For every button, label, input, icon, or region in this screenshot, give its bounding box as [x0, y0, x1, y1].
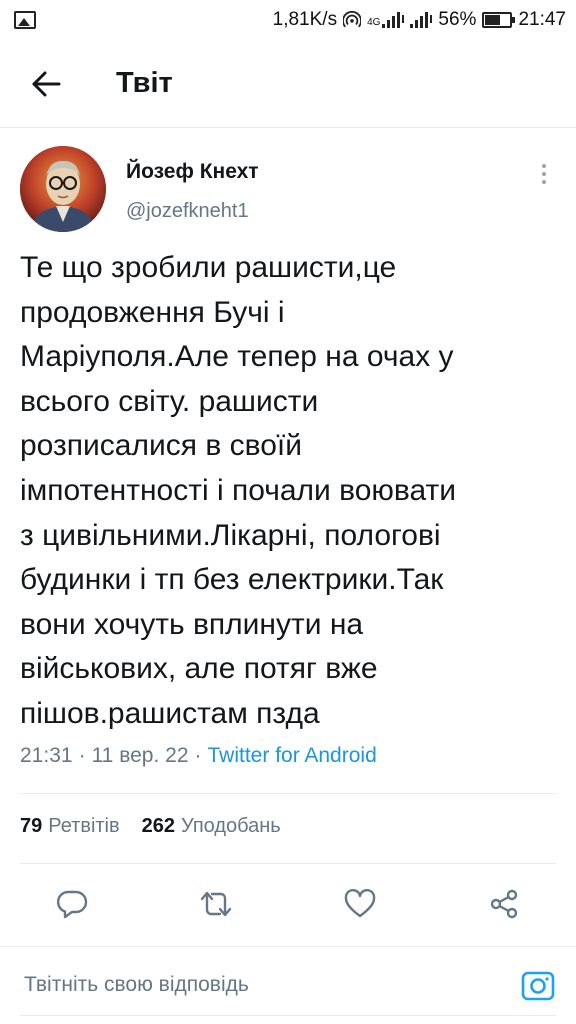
tweet-author: Йозеф Кнехт @jozefkneht1	[20, 146, 556, 236]
more-options-button[interactable]	[532, 160, 556, 188]
author-handle[interactable]: @jozefkneht1	[126, 200, 249, 223]
page-title: Твіт	[116, 67, 173, 99]
camera-icon	[521, 971, 555, 1001]
reply-composer: Твітніть свою відповідь	[0, 946, 576, 1024]
more-dot	[542, 172, 546, 176]
hotspot-icon	[343, 11, 362, 28]
meta-separator: ·	[78, 744, 86, 767]
gallery-notification-icon	[14, 11, 36, 29]
divider	[20, 863, 556, 864]
arrow-left-icon	[32, 71, 61, 96]
retweets-count[interactable]: 79	[20, 815, 42, 838]
tweet-actions	[0, 876, 576, 932]
author-name[interactable]: Йозеф Кнехт	[126, 160, 259, 184]
retweet-button[interactable]	[194, 882, 238, 926]
tweet-meta: 21:31 · 11 вер. 22 · Twitter for Android	[20, 744, 377, 768]
heart-icon	[344, 889, 376, 918]
tweet-stats: 79 Ретвітів 262 Уподобань	[20, 815, 303, 838]
reply-button[interactable]	[50, 882, 94, 926]
avatar[interactable]	[20, 146, 106, 232]
signal-icon	[382, 12, 405, 28]
tweet-text: Те що зробили рашисти,це продовження Буч…	[20, 251, 457, 730]
more-dot	[542, 180, 546, 184]
tweet-source-link[interactable]: Twitter for Android	[208, 744, 377, 768]
status-bar: 1,81K/s 4G 56% 21:47	[0, 0, 576, 40]
meta-separator: ·	[194, 744, 202, 767]
camera-button[interactable]	[520, 967, 556, 1003]
clock: 21:47	[518, 9, 566, 30]
tweet-date: 11 вер. 22	[91, 744, 189, 767]
battery-percent: 56%	[438, 9, 477, 30]
battery-icon	[482, 12, 516, 28]
like-button[interactable]	[338, 882, 382, 926]
retweet-icon	[200, 891, 232, 917]
more-vertical-icon	[542, 164, 546, 168]
signal-icon-2	[410, 12, 433, 28]
back-button[interactable]	[16, 54, 76, 114]
share-button[interactable]	[482, 882, 526, 926]
retweets-label[interactable]: Ретвітів	[48, 815, 119, 838]
share-icon	[490, 889, 518, 919]
top-app-bar: Твіт	[0, 40, 576, 128]
network-type: 4G	[367, 17, 381, 28]
reply-input[interactable]: Твітніть свою відповідь	[24, 973, 249, 997]
net-speed: 1,81K/s	[272, 9, 338, 30]
reply-underline	[20, 1015, 556, 1016]
comment-bubble-icon	[56, 890, 88, 919]
likes-label[interactable]: Уподобань	[181, 815, 281, 838]
likes-count[interactable]: 262	[142, 815, 175, 838]
tweet-time: 21:31	[20, 744, 73, 767]
divider	[20, 793, 556, 794]
